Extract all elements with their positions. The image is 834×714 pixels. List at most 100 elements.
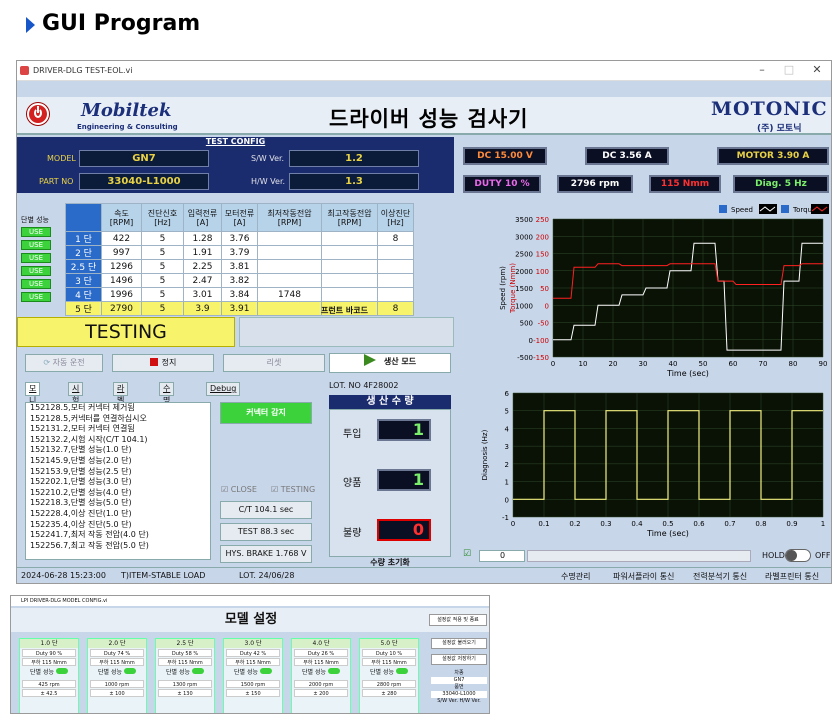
stage-tol[interactable]: ± 130: [158, 689, 212, 697]
chart-check-icon[interactable]: ☑: [463, 549, 471, 559]
stage-rpm[interactable]: 1500 rpm: [226, 680, 280, 688]
auto-run-button[interactable]: ⟳ 자동 운전: [25, 354, 103, 372]
tab-life-management[interactable]: 수명 관리: [159, 382, 175, 429]
use-button-4[interactable]: USE: [21, 266, 51, 276]
stage-card: 3.0 단 Duty 42 % 부하 115 Nmm 단별 성능 1500 rpm ± …: [223, 638, 283, 713]
tab-monitoring[interactable]: 모니터링: [25, 382, 41, 429]
refresh-icon: ⟳: [43, 358, 53, 367]
x-tick-label: 1: [821, 520, 825, 528]
tab-test-settings[interactable]: 시험 설정: [68, 382, 84, 429]
stage-perf-toggle[interactable]: 단별 성능: [20, 667, 78, 679]
load-settings-button[interactable]: 설정값 불러오기: [431, 638, 487, 649]
y-tick-label: 4: [505, 425, 510, 433]
power-icon[interactable]: [27, 103, 49, 125]
toggle-icon: [123, 668, 136, 674]
stage-tol[interactable]: ± 280: [362, 689, 416, 697]
toggle-icon: [395, 668, 408, 674]
model-label: MODEL: [47, 154, 76, 163]
table-cell: [321, 231, 378, 246]
stage-tol[interactable]: ± 42.5: [22, 689, 76, 697]
table-cell: 3.81: [221, 259, 258, 274]
table-cell: 1.91: [183, 245, 222, 260]
stop-button[interactable]: 정지: [112, 354, 214, 372]
status-printer: 라벨프린터 통신: [765, 572, 820, 581]
table-row: 2.5 단 1296 5 2.25 3.81: [65, 259, 414, 274]
stage-perf-toggle[interactable]: 단별 성능: [360, 667, 418, 679]
table-cell: [257, 273, 322, 288]
table-cell: [257, 259, 322, 274]
table-cell: [321, 273, 378, 288]
use-button-3[interactable]: USE: [21, 253, 51, 263]
stage-perf-toggle[interactable]: 단별 성능: [88, 667, 146, 679]
diagnosis-chart: 0 0.1 0.2 0.3 0.4 0.5 0.6 0.7 0.8 0.9 1-10123456Ti…: [457, 387, 831, 545]
partno-label: PART NO: [39, 177, 74, 186]
y-tick-label: 0: [505, 496, 509, 504]
stage-rpm[interactable]: 1300 rpm: [158, 680, 212, 688]
use-button-2[interactable]: USE: [21, 240, 51, 250]
use-button-6[interactable]: USE: [21, 292, 51, 302]
stage-tol[interactable]: ± 200: [294, 689, 348, 697]
stage-tol[interactable]: ± 100: [90, 689, 144, 697]
close-button[interactable]: ✕: [807, 63, 827, 76]
x-tick-label: 0: [511, 520, 515, 528]
save-settings-button[interactable]: 설정값 저장하기: [431, 654, 487, 665]
stage-perf-toggle[interactable]: 단별 성능: [156, 667, 214, 679]
table-cell: [377, 245, 414, 260]
table-header-cell: 이상진단 [Hz]: [377, 203, 414, 232]
minimize-button[interactable]: –: [752, 63, 772, 76]
tab-label-print[interactable]: 라벨 출력: [113, 382, 129, 429]
chart-scrollbar[interactable]: [527, 550, 751, 562]
log-entry: 152235.4,이상 진단(5.0 단): [30, 519, 132, 529]
stage-card: 5.0 단 Duty 10 % 부하 115 Nmm 단별 성능 2800 rpm ± …: [359, 638, 419, 713]
testing-status: TESTING: [17, 317, 235, 347]
barcode-label: 프런트 바코드: [321, 306, 368, 315]
stage-load: 부하 115 Nmm: [294, 658, 348, 666]
toggle-icon: [191, 668, 204, 674]
stage-rpm[interactable]: 1000 rpm: [90, 680, 144, 688]
hold-toggle[interactable]: [785, 549, 811, 562]
table-header-row: 속도 [RPM] 진단신호 [Hz] 입력전류 [A] 모터전류 [A] 최저작동전압 [RPM]…: [65, 203, 414, 232]
stage-perf-label: 단별 성능: [30, 669, 55, 676]
test-config-panel: MODEL GN7 PART NO 33040-L1000 S/W Ver. 1…: [17, 149, 454, 193]
labview-icon: [20, 66, 29, 75]
stage-rpm[interactable]: 2800 rpm: [362, 680, 416, 688]
log-entry: 152256.7,최고 작동 전압(5.0 단): [30, 540, 149, 550]
chart-value-field[interactable]: 0: [479, 550, 525, 562]
stage-duty: Duty 74 %: [90, 649, 144, 657]
use-button-5[interactable]: USE: [21, 279, 51, 289]
table-cell: 3 단: [65, 273, 102, 288]
testing-checkbox[interactable]: ☑ TESTING: [271, 485, 315, 494]
sw-label: S/W Ver.: [437, 698, 458, 704]
use-button-1[interactable]: USE: [21, 227, 51, 237]
toggle-icon: [327, 668, 340, 674]
play-icon: [363, 354, 376, 366]
mobiltek-sub: Engineering & Consulting: [77, 123, 178, 131]
stage-load: 부하 115 Nmm: [226, 658, 280, 666]
stage-perf-toggle[interactable]: 단별 성능: [292, 667, 350, 679]
reset-button[interactable]: 리셋: [223, 354, 325, 372]
y-right-tick-label: -100: [533, 337, 549, 345]
close-checkbox[interactable]: ☑ CLOSE: [221, 485, 257, 494]
table-cell: [257, 231, 322, 246]
maximize-button[interactable]: □: [779, 63, 799, 76]
table-cell: 3.91: [221, 301, 258, 316]
x-tick-label: 70: [759, 360, 768, 368]
log-entry: 152128.5,커넥터를 연결하십시오: [30, 413, 147, 423]
apply-exit-button[interactable]: 설정값 적용 및 종료: [429, 614, 487, 626]
table-cell: 1748: [257, 287, 322, 302]
stage-tol[interactable]: ± 150: [226, 689, 280, 697]
y-tick-label: 2000: [515, 268, 533, 276]
production-mode-button[interactable]: 생산 모드: [329, 353, 451, 373]
stage-rpm[interactable]: 425 rpm: [22, 680, 76, 688]
stage-perf-toggle[interactable]: 단별 성능: [224, 667, 282, 679]
table-cell: 2 단: [65, 245, 102, 260]
connector-detect-button[interactable]: 커넥터 감지: [220, 402, 312, 424]
tab-debug[interactable]: Debug: [206, 382, 241, 396]
sw-ver-field: 1.2: [289, 150, 419, 167]
stop-icon: [149, 358, 158, 366]
table-cell: 1996: [101, 287, 142, 302]
stage-rpm[interactable]: 2000 rpm: [294, 680, 348, 688]
y-tick-label: 1000: [515, 302, 533, 310]
table-cell: 3.9: [183, 301, 222, 316]
log-list[interactable]: 152128.5,모터 커넥터 제거됨 152128.5,커넥터를 연결하십시오 1…: [25, 402, 211, 560]
